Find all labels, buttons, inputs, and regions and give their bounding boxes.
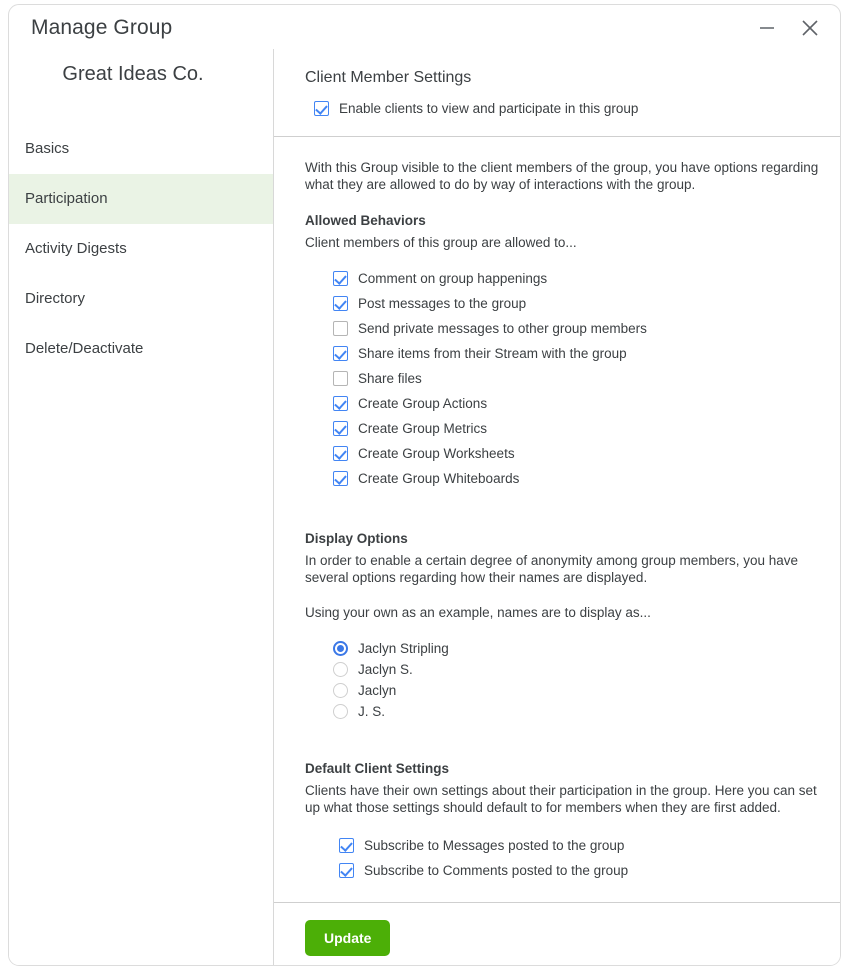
behavior-row-post-messages[interactable]: Post messages to the group	[333, 295, 821, 311]
subscribe-row-comments[interactable]: Subscribe to Comments posted to the grou…	[339, 863, 821, 879]
behavior-label-private-messages: Send private messages to other group mem…	[358, 320, 647, 336]
behavior-checkbox-share-stream[interactable]	[333, 345, 348, 361]
name-format-radio-first-initial[interactable]	[333, 661, 348, 677]
behavior-checkbox-group-whiteboards[interactable]	[333, 470, 348, 486]
subscribe-checkbox-messages[interactable]	[339, 838, 354, 854]
behavior-checkbox-post-messages[interactable]	[333, 295, 348, 311]
display-options-radio-group: Jaclyn Stripling Jaclyn S. Jaclyn J. S.	[333, 640, 821, 719]
allowed-behaviors-heading: Allowed Behaviors	[305, 212, 426, 228]
default-client-settings-heading: Default Client Settings	[305, 760, 450, 776]
subscribe-row-messages[interactable]: Subscribe to Messages posted to the grou…	[339, 838, 821, 854]
footer-actions: Update	[274, 903, 840, 957]
intro-section: With this Group visible to the client me…	[274, 137, 840, 194]
name-format-label-full-name: Jaclyn Stripling	[358, 640, 449, 656]
behavior-row-group-actions[interactable]: Create Group Actions	[333, 395, 821, 411]
sidebar-item-activity-digests[interactable]: Activity Digests	[9, 224, 273, 274]
sidebar-item-basics[interactable]: Basics	[9, 124, 273, 174]
behavior-checkbox-group-worksheets[interactable]	[333, 445, 348, 461]
close-icon	[802, 20, 818, 36]
subscribe-label-messages: Subscribe to Messages posted to the grou…	[364, 838, 625, 854]
enable-clients-checkbox[interactable]	[314, 101, 329, 116]
behavior-row-share-files[interactable]: Share files	[333, 370, 821, 386]
sidebar-item-directory[interactable]: Directory	[9, 274, 273, 324]
page-title: Manage Group	[31, 16, 173, 39]
behavior-label-group-metrics: Create Group Metrics	[358, 420, 488, 436]
behavior-label-group-whiteboards: Create Group Whiteboards	[358, 470, 520, 486]
sidebar-nav: Basics Participation Activity Digests Di…	[9, 124, 273, 374]
name-format-label-initials: J. S.	[358, 703, 386, 719]
behavior-checkbox-comment[interactable]	[333, 270, 348, 286]
close-button[interactable]	[797, 15, 823, 41]
display-options-prompt: Using your own as an example, names are …	[305, 605, 651, 621]
organization-name: Great Ideas Co.	[62, 63, 204, 85]
update-button[interactable]: Update	[305, 920, 391, 957]
behavior-checkbox-group-metrics[interactable]	[333, 420, 348, 436]
manage-group-window: Manage Group Great Ideas Co. Basics Part…	[8, 4, 841, 966]
sidebar-item-participation[interactable]: Participation	[9, 174, 273, 224]
name-format-label-first-initial: Jaclyn S.	[358, 661, 413, 677]
enable-clients-row[interactable]: Enable clients to view and participate i…	[314, 101, 821, 116]
client-member-settings-title: Client Member Settings	[305, 69, 472, 86]
behavior-label-share-stream: Share items from their Stream with the g…	[358, 345, 627, 361]
display-options-heading: Display Options	[305, 530, 408, 546]
name-format-row-full-name[interactable]: Jaclyn Stripling	[333, 640, 821, 656]
minimize-icon	[760, 27, 774, 29]
behavior-checkbox-group-actions[interactable]	[333, 395, 348, 411]
behavior-checkbox-share-files[interactable]	[333, 370, 348, 386]
name-format-radio-first-only[interactable]	[333, 682, 348, 698]
name-format-radio-full-name[interactable]	[333, 640, 348, 656]
display-options-description: In order to enable a certain degree of a…	[305, 552, 799, 586]
title-bar: Manage Group	[9, 5, 840, 49]
name-format-radio-initials[interactable]	[333, 703, 348, 719]
behavior-label-post-messages: Post messages to the group	[358, 295, 527, 311]
behavior-label-group-worksheets: Create Group Worksheets	[358, 445, 515, 461]
behavior-row-group-metrics[interactable]: Create Group Metrics	[333, 420, 821, 436]
subscribe-label-comments: Subscribe to Comments posted to the grou…	[364, 863, 629, 879]
behavior-row-share-stream[interactable]: Share items from their Stream with the g…	[333, 345, 821, 361]
default-client-settings-list: Subscribe to Messages posted to the grou…	[339, 838, 821, 879]
sidebar-item-delete-deactivate[interactable]: Delete/Deactivate	[9, 324, 273, 374]
behavior-row-group-worksheets[interactable]: Create Group Worksheets	[333, 445, 821, 461]
behavior-row-comment[interactable]: Comment on group happenings	[333, 270, 821, 286]
behavior-label-comment: Comment on group happenings	[358, 270, 548, 286]
allowed-behaviors-subtext: Client members of this group are allowed…	[305, 234, 577, 250]
intro-paragraph: With this Group visible to the client me…	[305, 160, 819, 193]
behavior-row-group-whiteboards[interactable]: Create Group Whiteboards	[333, 470, 821, 486]
allowed-behaviors-list: Comment on group happenings Post message…	[333, 270, 821, 486]
sidebar: Great Ideas Co. Basics Participation Act…	[9, 49, 273, 965]
default-client-settings-description: Clients have their own settings about th…	[305, 782, 817, 815]
behavior-checkbox-private-messages[interactable]	[333, 320, 348, 336]
content-panel: Client Member Settings Enable clients to…	[274, 49, 840, 965]
client-member-settings-section: Client Member Settings Enable clients to…	[274, 49, 840, 116]
name-format-row-first-only[interactable]: Jaclyn	[333, 682, 821, 698]
name-format-row-first-initial[interactable]: Jaclyn S.	[333, 661, 821, 677]
name-format-row-initials[interactable]: J. S.	[333, 703, 821, 719]
behavior-row-private-messages[interactable]: Send private messages to other group mem…	[333, 320, 821, 336]
name-format-label-first-only: Jaclyn	[358, 682, 397, 698]
display-options-section: Display Options In order to enable a cer…	[274, 486, 840, 719]
allowed-behaviors-section: Allowed Behaviors Client members of this…	[274, 194, 840, 486]
behavior-label-share-files: Share files	[358, 370, 422, 386]
default-client-settings-section: Default Client Settings Clients have the…	[274, 719, 840, 879]
behavior-label-group-actions: Create Group Actions	[358, 395, 488, 411]
minimize-button[interactable]	[754, 15, 780, 41]
subscribe-checkbox-comments[interactable]	[339, 863, 354, 879]
enable-clients-label: Enable clients to view and participate i…	[339, 101, 639, 116]
